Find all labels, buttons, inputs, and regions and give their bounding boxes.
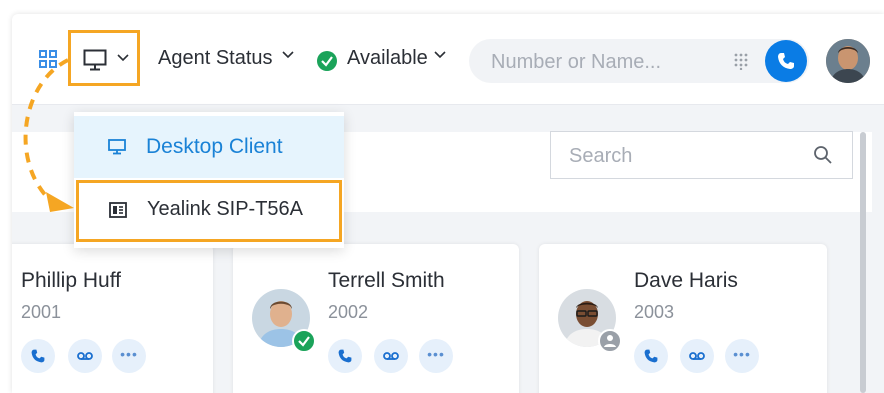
chevron-down-icon[interactable] xyxy=(282,51,294,59)
more-icon: ••• xyxy=(427,346,445,362)
user-avatar[interactable] xyxy=(826,39,870,83)
monitor-icon xyxy=(108,139,126,155)
phone-icon xyxy=(31,349,45,363)
dialpad-icon[interactable] xyxy=(733,52,749,70)
contact-name: Phillip Huff xyxy=(21,269,121,292)
scrollbar[interactable] xyxy=(860,132,866,393)
more-icon: ••• xyxy=(733,346,751,362)
contact-card: Phillip Huff 2001 ••• xyxy=(12,244,213,393)
monitor-icon xyxy=(83,49,107,71)
call-contact-button[interactable] xyxy=(634,339,668,373)
dial-search-input[interactable] xyxy=(489,47,713,77)
voicemail-icon xyxy=(77,352,93,360)
menu-item-label: Yealink SIP-T56A xyxy=(147,198,304,220)
more-options-button[interactable]: ••• xyxy=(419,339,453,373)
offline-status-icon xyxy=(598,329,622,353)
phone-icon xyxy=(778,53,794,69)
availability-dropdown[interactable]: Available xyxy=(347,47,428,70)
dial-search-box xyxy=(469,39,809,83)
top-bar: Agent Status Available xyxy=(12,14,884,105)
menu-item-desktop-client[interactable]: Desktop Client xyxy=(74,116,344,178)
call-button[interactable] xyxy=(765,40,807,82)
menu-item-yealink-phone[interactable]: Yealink SIP-T56A xyxy=(76,180,342,242)
contacts-search-input[interactable] xyxy=(567,141,801,171)
call-contact-button[interactable] xyxy=(328,339,362,373)
chevron-down-icon[interactable] xyxy=(434,51,446,59)
chevron-down-icon xyxy=(117,54,129,62)
apps-grid-icon[interactable] xyxy=(38,49,58,69)
desk-phone-icon xyxy=(109,202,127,218)
device-selector-button[interactable] xyxy=(68,30,140,86)
contact-card: Dave Haris 2003 ••• xyxy=(539,244,827,393)
voicemail-icon xyxy=(689,352,705,360)
agent-status-dropdown[interactable]: Agent Status xyxy=(158,47,273,70)
online-status-icon xyxy=(292,329,316,353)
voicemail-icon xyxy=(383,352,399,360)
device-dropdown-menu: Desktop Client Yealink SIP-T56A xyxy=(74,112,344,248)
contact-name: Terrell Smith xyxy=(328,269,445,292)
search-icon[interactable] xyxy=(813,145,833,165)
available-status-icon xyxy=(317,51,337,71)
contact-extension: 2001 xyxy=(21,302,62,322)
app-window: Agent Status Available Number or Name...… xyxy=(12,14,884,393)
menu-item-label: Desktop Client xyxy=(146,135,283,158)
contact-card: Terrell Smith 2002 ••• xyxy=(233,244,519,393)
phone-icon xyxy=(644,349,658,363)
voicemail-button[interactable] xyxy=(68,339,102,373)
more-options-button[interactable]: ••• xyxy=(725,339,759,373)
contacts-search-box xyxy=(550,131,853,179)
voicemail-button[interactable] xyxy=(680,339,714,373)
more-icon: ••• xyxy=(120,346,138,362)
voicemail-button[interactable] xyxy=(374,339,408,373)
contact-extension: 2002 xyxy=(328,302,369,322)
more-options-button[interactable]: ••• xyxy=(112,339,146,373)
contact-extension: 2003 xyxy=(634,302,675,322)
phone-icon xyxy=(338,349,352,363)
contact-name: Dave Haris xyxy=(634,269,738,292)
call-contact-button[interactable] xyxy=(21,339,55,373)
